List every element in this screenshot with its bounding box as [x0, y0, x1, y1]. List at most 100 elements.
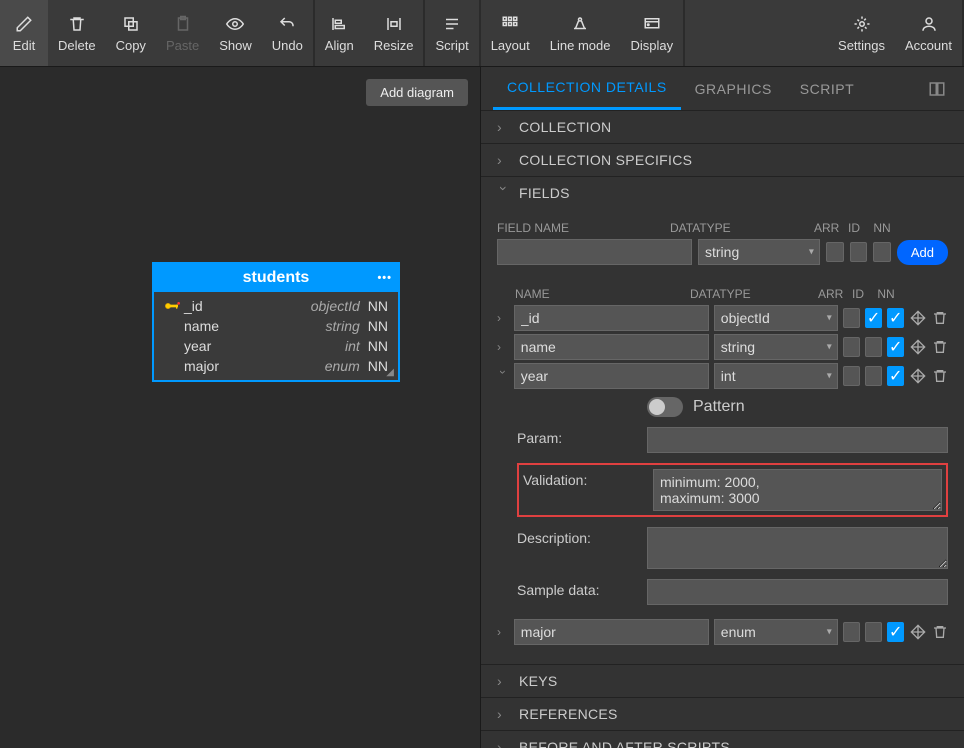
section-header-before-after[interactable]: › BEFORE AND AFTER SCRIPTS [481, 731, 964, 748]
pencil-icon [14, 14, 34, 34]
entity-field-row[interactable]: namestringNN [154, 316, 398, 336]
trash-icon [67, 14, 87, 34]
chevron-right-icon[interactable]: › [497, 311, 509, 325]
delete-button[interactable]: Delete [48, 0, 106, 66]
field-row-name: › string ✓ [497, 334, 948, 360]
field-nn-checkbox[interactable]: ✓ [887, 308, 904, 328]
gear-icon [852, 14, 872, 34]
eye-icon [225, 14, 245, 34]
description-label: Description: [517, 527, 647, 546]
field-row-major: › enum ✓ [497, 619, 948, 645]
add-field-button[interactable]: Add [897, 240, 948, 265]
field-arr-checkbox[interactable] [843, 366, 860, 386]
resize-handle-icon[interactable]: ◢ [386, 367, 394, 378]
linemode-button[interactable]: Line mode [540, 0, 621, 66]
move-field-icon[interactable] [909, 337, 926, 357]
edit-button[interactable]: Edit [0, 0, 48, 66]
entity-students[interactable]: students ••• _idobjectIdNNnamestringNNye… [152, 262, 400, 382]
resize-button[interactable]: Resize [364, 0, 424, 66]
field-type-select[interactable]: enum [714, 619, 838, 645]
script-icon [442, 14, 462, 34]
field-arr-checkbox[interactable] [843, 622, 860, 642]
section-before-after: › BEFORE AND AFTER SCRIPTS [481, 731, 964, 748]
show-button[interactable]: Show [209, 0, 262, 66]
chevron-right-icon: › [497, 739, 511, 748]
pattern-toggle[interactable] [647, 397, 683, 417]
field-name-input[interactable] [514, 363, 709, 389]
add-diagram-button[interactable]: Add diagram [366, 79, 468, 106]
entity-header[interactable]: students ••• [154, 264, 398, 292]
tab-collection-details[interactable]: COLLECTION DETAILS [493, 67, 681, 110]
paste-button: Paste [156, 0, 209, 66]
param-label: Param: [517, 427, 647, 446]
layout-button[interactable]: Layout [481, 0, 540, 66]
field-name-input[interactable] [514, 334, 709, 360]
align-button[interactable]: Align [315, 0, 364, 66]
entity-field-row[interactable]: _idobjectIdNN [154, 296, 398, 316]
move-field-icon[interactable] [909, 622, 926, 642]
field-nn-checkbox[interactable]: ✓ [887, 622, 904, 642]
field-row-_id: › objectId ✓✓ [497, 305, 948, 331]
resize-icon [384, 14, 404, 34]
field-nn-checkbox[interactable]: ✓ [887, 366, 904, 386]
delete-field-icon[interactable] [931, 337, 948, 357]
field-id-checkbox[interactable] [865, 622, 882, 642]
validation-input[interactable]: minimum: 2000, maximum: 3000 [653, 469, 942, 511]
field-type-select[interactable]: int [714, 363, 838, 389]
field-add-header: FIELD NAME DATATYPE ARR ID NN [497, 217, 948, 239]
section-header-keys[interactable]: › KEYS [481, 665, 964, 697]
field-type-select[interactable]: string [714, 334, 838, 360]
tab-graphics[interactable]: GRAPHICS [681, 69, 786, 109]
key-icon [164, 301, 184, 311]
new-field-id-checkbox[interactable] [850, 242, 868, 262]
new-field-name-input[interactable] [497, 239, 692, 265]
delete-field-icon[interactable] [931, 366, 948, 386]
chevron-right-icon[interactable]: › [497, 340, 509, 354]
field-row-year: › int ✓ [497, 363, 948, 389]
field-id-checkbox[interactable] [865, 366, 882, 386]
expand-panel-icon[interactable] [922, 74, 952, 104]
delete-field-icon[interactable] [931, 308, 948, 328]
field-nn-checkbox[interactable]: ✓ [887, 337, 904, 357]
field-name-input[interactable] [514, 305, 709, 331]
entity-menu-icon[interactable]: ••• [377, 272, 392, 284]
move-field-icon[interactable] [909, 308, 926, 328]
tab-script[interactable]: SCRIPT [786, 69, 868, 109]
field-id-checkbox[interactable] [865, 337, 882, 357]
entity-title: students [243, 269, 310, 286]
new-field-nn-checkbox[interactable] [873, 242, 891, 262]
diagram-canvas[interactable]: Add diagram students ••• _idobjectIdNNna… [0, 67, 480, 748]
entity-field-row[interactable]: yearintNN [154, 336, 398, 356]
entity-field-row[interactable]: majorenumNN [154, 356, 398, 376]
chevron-right-icon[interactable]: › [497, 625, 509, 639]
delete-field-icon[interactable] [931, 622, 948, 642]
new-field-type-select[interactable]: string [698, 239, 820, 265]
undo-button[interactable]: Undo [262, 0, 313, 66]
display-button[interactable]: Display [620, 0, 683, 66]
description-input[interactable] [647, 527, 948, 569]
chevron-down-icon[interactable]: › [496, 370, 510, 382]
section-collection-specifics: › COLLECTION SPECIFICS [481, 144, 964, 177]
copy-button[interactable]: Copy [106, 0, 156, 66]
section-header-collection-specifics[interactable]: › COLLECTION SPECIFICS [481, 144, 964, 176]
layout-icon [500, 14, 520, 34]
field-id-checkbox[interactable]: ✓ [865, 308, 882, 328]
sample-input[interactable] [647, 579, 948, 605]
new-field-arr-checkbox[interactable] [826, 242, 844, 262]
section-header-references[interactable]: › REFERENCES [481, 698, 964, 730]
chevron-down-icon: › [496, 186, 512, 200]
settings-button[interactable]: Settings [828, 0, 895, 66]
script-button[interactable]: Script [425, 0, 478, 66]
field-name-input[interactable] [514, 619, 709, 645]
field-arr-checkbox[interactable] [843, 308, 860, 328]
field-type-select[interactable]: objectId [714, 305, 838, 331]
section-header-collection[interactable]: › COLLECTION [481, 111, 964, 143]
param-input[interactable] [647, 427, 948, 453]
field-arr-checkbox[interactable] [843, 337, 860, 357]
chevron-right-icon: › [497, 152, 511, 168]
toolbar: EditDeleteCopyPasteShowUndoAlignResizeSc… [0, 0, 964, 67]
field-detail-year: PatternParam:Validation:minimum: 2000, m… [517, 397, 948, 605]
move-field-icon[interactable] [909, 366, 926, 386]
section-header-fields[interactable]: › FIELDS [481, 177, 964, 209]
account-button[interactable]: Account [895, 0, 962, 66]
